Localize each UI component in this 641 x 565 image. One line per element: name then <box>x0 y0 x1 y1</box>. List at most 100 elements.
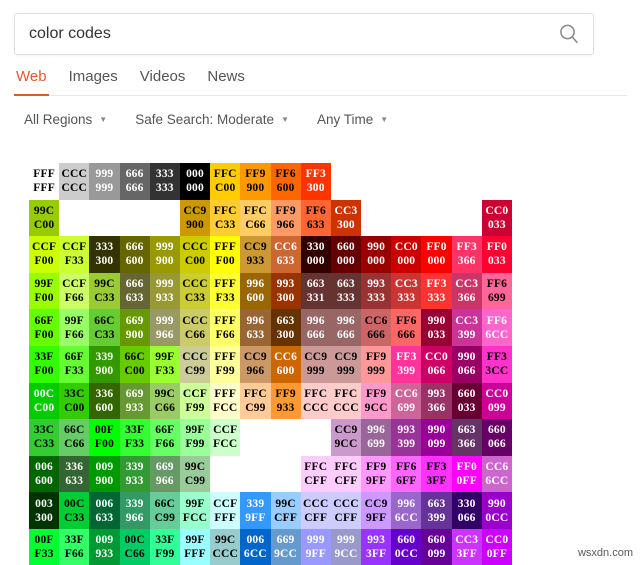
color-swatch[interactable]: 339 933 <box>119 455 150 493</box>
filter-time[interactable]: Any Time ▼ <box>317 112 388 127</box>
color-swatch[interactable]: FF0 000 <box>421 236 452 273</box>
color-swatch[interactable]: CC3 300 <box>330 199 362 237</box>
color-swatch[interactable]: 996 699 <box>361 419 392 456</box>
color-swatch[interactable]: FF6 699 <box>481 272 512 310</box>
color-swatch[interactable]: 990 000 <box>361 236 392 273</box>
color-swatch[interactable]: CC3 3FF <box>451 528 482 565</box>
color-swatch[interactable]: 66F F66 <box>149 419 180 456</box>
color-swatch[interactable]: 993 3FF <box>361 528 392 565</box>
color-swatch[interactable]: 99F FFF <box>179 528 211 565</box>
color-swatch[interactable]: CC6 699 <box>391 382 422 420</box>
color-swatch[interactable]: FFC C00 <box>210 163 241 200</box>
color-swatch[interactable]: 996 600 <box>240 272 271 310</box>
color-swatch[interactable]: 669 9CC <box>270 528 301 565</box>
color-swatch[interactable]: 330 000 <box>300 236 331 273</box>
color-swatch[interactable]: 66F F00 <box>29 309 60 346</box>
color-swatch[interactable]: CC0 0FF <box>481 528 512 565</box>
color-swatch[interactable]: FFF F66 <box>210 309 241 346</box>
color-swatch[interactable]: 99C C99 <box>179 455 211 493</box>
color-swatch[interactable]: FF6 633 <box>300 199 331 237</box>
color-swatch[interactable]: 99C C33 <box>89 272 120 310</box>
color-swatch[interactable]: 996 666 <box>300 309 331 346</box>
color-swatch[interactable]: CCF F66 <box>59 272 90 310</box>
color-swatch[interactable]: 99F FCC <box>179 492 211 529</box>
color-swatch[interactable]: 99F F00 <box>29 272 60 310</box>
color-swatch[interactable]: 660 099 <box>421 528 452 565</box>
color-swatch[interactable]: 33C C33 <box>29 419 60 456</box>
color-swatch[interactable]: CCF F33 <box>59 236 90 273</box>
color-swatch[interactable]: 666 600 <box>119 236 150 273</box>
color-swatch[interactable]: CCC CCC <box>59 163 90 200</box>
color-swatch[interactable]: FF6 6CC <box>481 309 512 346</box>
color-swatch[interactable]: CC0 099 <box>481 382 512 420</box>
color-swatch[interactable]: FF9 933 <box>270 382 301 420</box>
color-swatch[interactable]: 006 633 <box>89 492 120 529</box>
color-swatch[interactable]: 999 933 <box>149 272 180 310</box>
color-swatch[interactable]: 00F F33 <box>29 528 60 565</box>
color-swatch[interactable]: 660 000 <box>330 236 362 273</box>
color-swatch[interactable]: FF9 9CC <box>361 382 392 420</box>
color-swatch[interactable]: 330 066 <box>451 492 482 529</box>
color-swatch[interactable]: FF0 033 <box>481 236 512 273</box>
color-swatch[interactable]: 003 300 <box>29 492 60 529</box>
color-swatch[interactable]: FFC C66 <box>240 199 271 237</box>
color-swatch[interactable]: FFF F99 <box>210 345 241 383</box>
color-swatch[interactable]: 663 333 <box>330 272 362 310</box>
tab-web[interactable]: Web <box>14 64 49 96</box>
color-swatch[interactable]: FF3 399 <box>391 345 422 383</box>
color-swatch[interactable]: 006 6CC <box>240 528 271 565</box>
color-swatch[interactable]: FFC CCC <box>330 382 362 420</box>
color-swatch[interactable]: FF9 900 <box>240 163 271 200</box>
color-swatch[interactable]: CC6 633 <box>270 236 301 273</box>
color-swatch[interactable]: 333 300 <box>89 236 120 273</box>
color-swatch[interactable]: FF3 366 <box>451 236 482 273</box>
color-swatch[interactable]: 99C C66 <box>149 382 180 420</box>
color-swatch[interactable]: 993 399 <box>391 419 422 456</box>
color-swatch[interactable]: 669 900 <box>119 309 150 346</box>
color-swatch[interactable]: FFC CFF <box>300 455 331 493</box>
color-swatch[interactable]: 333 333 <box>149 163 180 200</box>
color-swatch[interactable]: CC3 333 <box>391 272 422 310</box>
color-swatch[interactable]: 99F F66 <box>59 309 90 346</box>
color-swatch[interactable]: 66C C33 <box>89 309 120 346</box>
tab-videos[interactable]: Videos <box>138 64 188 96</box>
color-swatch[interactable]: FFF F33 <box>210 272 241 310</box>
color-swatch[interactable]: 33C C00 <box>59 382 90 420</box>
color-swatch[interactable]: CCF FCC <box>210 419 241 456</box>
color-swatch[interactable]: FF6 600 <box>270 163 301 200</box>
color-swatch[interactable]: CCF FFF <box>210 492 241 529</box>
color-swatch[interactable]: 336 600 <box>89 382 120 420</box>
color-swatch[interactable]: FFC C33 <box>210 199 241 237</box>
color-swatch[interactable]: CC9 933 <box>240 236 271 273</box>
color-swatch[interactable]: 339 966 <box>119 492 150 529</box>
color-swatch[interactable]: 99F F99 <box>179 419 211 456</box>
color-swatch[interactable]: 33F F33 <box>119 419 150 456</box>
color-swatch[interactable]: CCC C00 <box>179 236 211 273</box>
color-swatch[interactable]: 663 300 <box>270 309 301 346</box>
color-swatch[interactable]: CCC CFF <box>300 492 331 529</box>
color-swatch[interactable]: 009 933 <box>89 528 120 565</box>
color-swatch[interactable]: 00C C33 <box>59 492 90 529</box>
color-swatch[interactable]: 990 0CC <box>481 492 512 529</box>
color-swatch[interactable]: FF3 300 <box>300 163 331 200</box>
color-swatch[interactable]: 993 333 <box>361 272 392 310</box>
color-swatch[interactable]: CCC C66 <box>179 309 211 346</box>
color-swatch[interactable]: FFC CCC <box>300 382 331 420</box>
color-swatch[interactable]: CC9 9CC <box>330 419 362 456</box>
color-swatch[interactable]: FF9 9FF <box>361 455 392 493</box>
color-swatch[interactable]: 999 9FF <box>300 528 331 565</box>
color-swatch[interactable]: CC6 6CC <box>481 455 512 493</box>
color-swatch[interactable]: 669 933 <box>119 382 150 420</box>
color-swatch[interactable]: CC0 066 <box>421 345 452 383</box>
color-swatch[interactable]: 663 331 <box>300 272 331 310</box>
color-swatch[interactable]: FFC CFF <box>330 455 362 493</box>
color-swatch[interactable]: FFF FFF <box>29 163 60 200</box>
color-swatch[interactable]: FF9 966 <box>270 199 301 237</box>
color-swatch[interactable]: 99F F33 <box>149 345 180 383</box>
color-swatch[interactable]: FFF FCC <box>210 382 241 420</box>
color-swatch[interactable]: 999 900 <box>149 236 180 273</box>
color-swatch[interactable]: FF3 3FF <box>421 455 452 493</box>
tab-images[interactable]: Images <box>67 64 120 96</box>
color-swatch[interactable]: 990 066 <box>451 345 482 383</box>
color-swatch[interactable]: CC3 399 <box>451 309 482 346</box>
